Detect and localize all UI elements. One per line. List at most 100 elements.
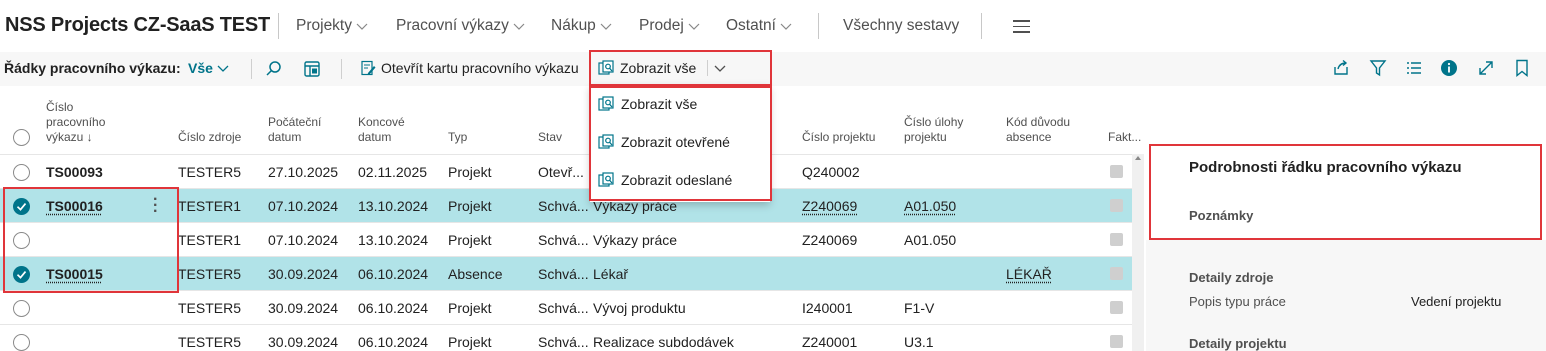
select-all-radio[interactable]: [13, 129, 30, 146]
cell-resource: TESTER5: [178, 164, 242, 180]
nav-item-vsechny-sestavy[interactable]: Všechny sestavy: [843, 17, 959, 35]
factbox-pane: Podrobnosti řádku pracovního výkazu Pozn…: [1146, 146, 1546, 351]
nav-item-ostatni[interactable]: Ostatní: [726, 17, 793, 35]
grid-header: Číslo pracovního výkazu ↓ Číslo zdroje P…: [0, 86, 1141, 154]
column-header-task[interactable]: Číslo úlohy projektu: [904, 115, 963, 145]
menu-item-show-open[interactable]: Zobrazit otevřené: [598, 134, 730, 150]
cell-resource: TESTER5: [178, 334, 242, 350]
cell-doc-no[interactable]: TS00015: [46, 266, 103, 282]
cell-doc-no[interactable]: TS00093: [46, 164, 103, 180]
column-header-status[interactable]: Stav: [538, 130, 562, 145]
header-line: Počáteční: [268, 115, 322, 129]
row-select-radio[interactable]: [13, 232, 30, 249]
nav-item-pracovni-vykazy[interactable]: Pracovní výkazy: [396, 17, 526, 35]
cell-task: A01.050: [904, 232, 957, 248]
show-documents-icon: [598, 134, 614, 149]
header-line: datum: [358, 130, 392, 144]
list-caption: Řádky pracovního výkazu:: [4, 60, 181, 76]
header-line: absence: [1006, 130, 1052, 144]
chevron-down-icon[interactable]: [713, 64, 727, 73]
bookmark-icon[interactable]: [1512, 58, 1532, 78]
action-bar: Řádky pracovního výkazu: Vše Otevřít kar…: [0, 52, 1546, 86]
share-icon[interactable]: [1331, 58, 1351, 78]
cell-doc-no[interactable]: TS00016: [46, 198, 103, 214]
chevron-down-icon: [600, 23, 612, 30]
table-row[interactable]: TS00093 TESTER5 27.10.2025 02.11.2025 Pr…: [0, 154, 1132, 188]
project-details-heading: Detaily projektu: [1189, 336, 1287, 351]
filter-pane-icon[interactable]: [302, 59, 322, 79]
view-filter-label: Vše: [188, 60, 213, 76]
nav-item-nakup[interactable]: Nákup: [551, 17, 613, 35]
row-selected-check-icon[interactable]: [13, 198, 30, 215]
column-header-doc-no[interactable]: Číslo pracovního výkazu ↓: [46, 100, 105, 145]
row-select-radio[interactable]: [13, 300, 30, 317]
cell-task[interactable]: A01.050: [904, 198, 956, 214]
billable-checkbox: [1110, 301, 1123, 314]
cell-project[interactable]: Z240069: [802, 198, 857, 214]
row-select-radio[interactable]: [13, 334, 30, 351]
header-line: datum: [268, 130, 302, 144]
expand-icon[interactable]: [1476, 58, 1496, 78]
show-all-split-button[interactable]: Zobrazit vše: [598, 60, 727, 76]
factbox-title[interactable]: Podrobnosti řádku pracovního výkazu: [1189, 159, 1462, 176]
cell-project: Z240001: [802, 334, 858, 350]
cell-type: Projekt: [448, 198, 492, 214]
table-row[interactable]: TS00015 TESTER5 30.09.2024 06.10.2024 Ab…: [0, 256, 1132, 290]
cell-start-date: 30.09.2024: [268, 266, 339, 282]
hamburger-icon[interactable]: [1013, 20, 1030, 37]
cell-end-date: 13.10.2024: [358, 232, 429, 248]
cell-resource: TESTER1: [178, 232, 242, 248]
column-header-start-date[interactable]: Počáteční datum: [268, 115, 321, 145]
cell-task: U3.1: [904, 334, 934, 350]
cell-start-date: 27.10.2025: [268, 164, 339, 180]
work-type-label: Popis typu práce: [1189, 294, 1286, 309]
nav-item-prodej[interactable]: Prodej: [639, 17, 701, 35]
scroll-up-arrow-icon[interactable]: [1135, 156, 1141, 160]
column-header-billable[interactable]: Fakt...: [1108, 130, 1141, 145]
vertical-scrollbar[interactable]: [1132, 154, 1144, 351]
billable-checkbox: [1110, 335, 1123, 348]
column-header-project[interactable]: Číslo projektu: [802, 130, 875, 145]
column-header-end-date[interactable]: Koncové datum: [358, 115, 405, 145]
app-title[interactable]: NSS Projects CZ-SaaS TEST: [5, 14, 270, 37]
cell-description: Lékař: [593, 266, 629, 282]
funnel-icon[interactable]: [1368, 58, 1388, 78]
search-icon[interactable]: [264, 59, 284, 79]
table-row[interactable]: TESTER5 30.09.2024 06.10.2024 Projekt Sc…: [0, 324, 1132, 351]
split-divider: [707, 60, 709, 76]
info-icon[interactable]: [1439, 58, 1459, 78]
view-filter-dropdown[interactable]: Vše: [188, 60, 229, 76]
cell-resource: TESTER1: [178, 198, 242, 214]
header-line: Číslo úlohy: [904, 115, 964, 129]
chevron-down-icon: [513, 23, 525, 30]
row-selected-check-icon[interactable]: [13, 266, 30, 283]
table-row[interactable]: TS00016 · · · TESTER1 07.10.2024 13.10.202…: [0, 188, 1132, 222]
edit-document-icon: [361, 60, 376, 76]
cell-description: Realizace subdodávek: [593, 334, 734, 350]
nav-item-projekty[interactable]: Projekty: [296, 17, 369, 35]
billable-checkbox: [1110, 165, 1123, 178]
cell-status: Schvá...: [538, 232, 589, 248]
cell-end-date: 06.10.2024: [358, 300, 429, 316]
header-line: projektu: [904, 130, 947, 144]
open-timesheet-card-button[interactable]: Otevřít kartu pracovního výkazu: [360, 60, 579, 76]
menu-item-show-all[interactable]: Zobrazit vše: [598, 96, 697, 112]
menu-item-show-submitted[interactable]: Zobrazit odeslané: [598, 172, 732, 188]
cell-absence-code[interactable]: LÉKAŘ: [1006, 266, 1052, 282]
chevron-down-icon: [217, 65, 229, 72]
cell-status: Schvá...: [538, 300, 589, 316]
list-icon[interactable]: [1404, 58, 1424, 78]
table-row[interactable]: TESTER5 30.09.2024 06.10.2024 Projekt Sc…: [0, 290, 1132, 324]
table-row[interactable]: TESTER1 07.10.2024 13.10.2024 Projekt Sc…: [0, 222, 1132, 256]
column-header-resource[interactable]: Číslo zdroje: [178, 130, 241, 145]
row-more-options-icon[interactable]: · · ·: [153, 192, 158, 220]
cell-project: I240001: [802, 300, 853, 316]
row-select-radio[interactable]: [13, 164, 30, 181]
cell-start-date: 30.09.2024: [268, 334, 339, 350]
factbox-notes[interactable]: Poznámky: [1189, 208, 1253, 223]
column-header-absence[interactable]: Kód důvodu absence: [1006, 115, 1070, 145]
chevron-down-icon: [356, 23, 368, 30]
nav-divider: [818, 13, 819, 39]
cell-description: Výkazy práce: [593, 232, 678, 248]
column-header-type[interactable]: Typ: [448, 130, 467, 145]
